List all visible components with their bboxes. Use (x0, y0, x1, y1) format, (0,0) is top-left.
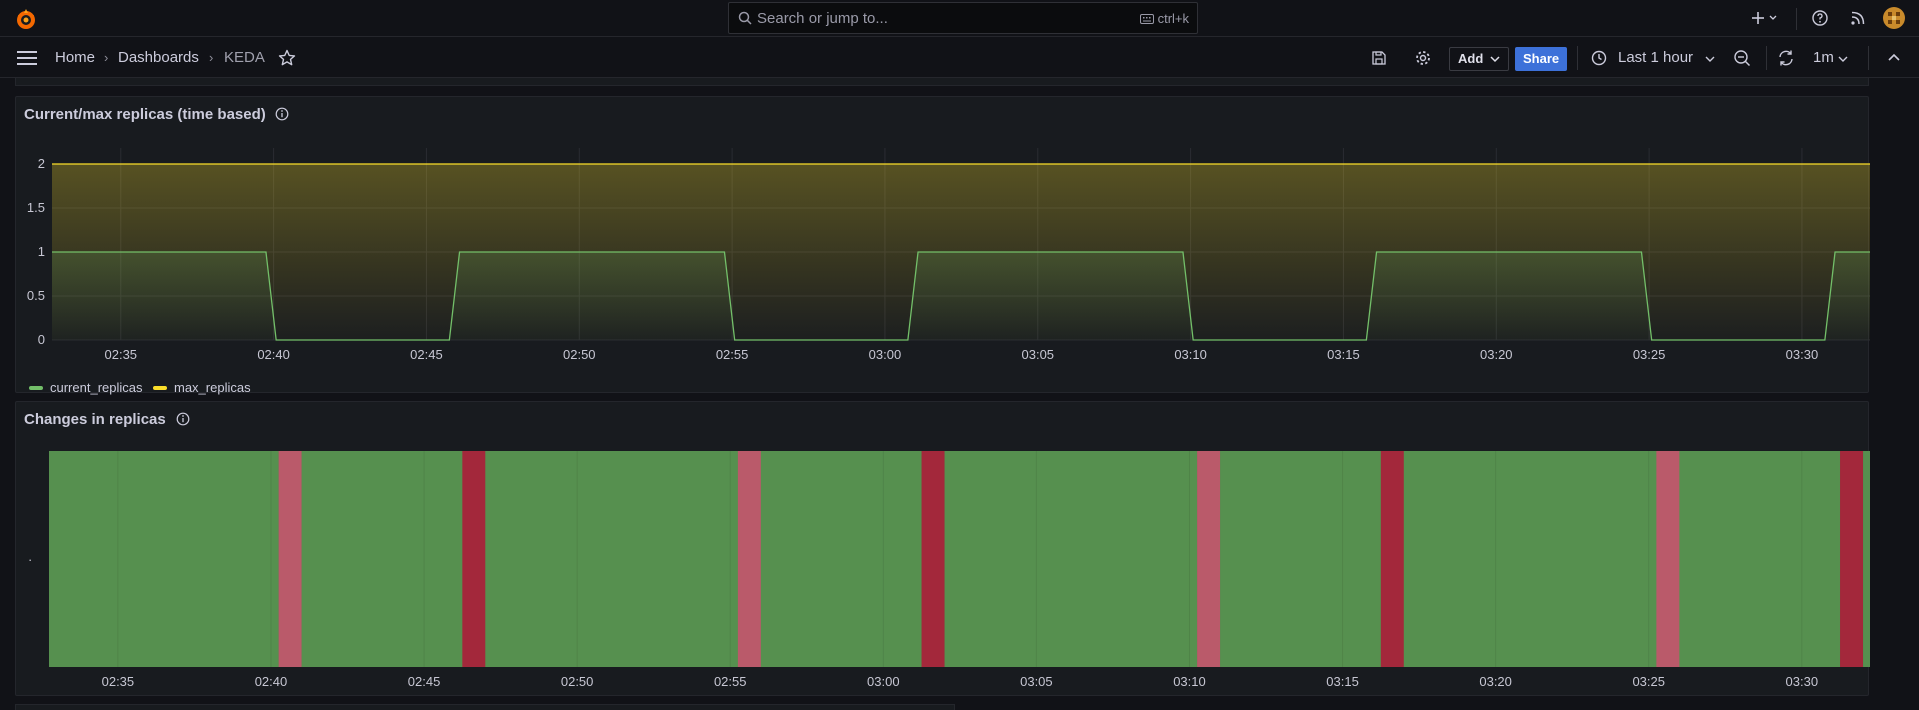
refresh-icon[interactable] (1777, 49, 1795, 67)
x-tick-label: 03:05 (1022, 347, 1055, 362)
legend-label: current_replicas (50, 380, 143, 395)
state-segment-up[interactable] (760, 451, 922, 667)
search-icon (738, 11, 752, 25)
divider (1577, 46, 1578, 70)
search-shortcut-label: ctrl+k (1157, 11, 1189, 26)
x-tick-label: 02:55 (716, 347, 749, 362)
x-tick-label: 03:10 (1173, 674, 1206, 689)
star-icon[interactable] (278, 49, 296, 67)
x-tick-label: 03:15 (1327, 347, 1360, 362)
divider (1868, 46, 1869, 70)
chevron-down-icon (1838, 56, 1848, 62)
state-segment-down-light[interactable] (278, 451, 302, 667)
x-tick-label: 03:00 (869, 347, 902, 362)
x-tick-label: 02:55 (714, 674, 747, 689)
x-tick-label: 02:40 (255, 674, 288, 689)
y-tick-label: 0 (38, 332, 45, 347)
zoom-out-icon[interactable] (1733, 49, 1751, 67)
x-tick-label: 02:50 (561, 674, 594, 689)
clock-icon (1591, 50, 1607, 66)
state-segment-up[interactable] (1220, 451, 1382, 667)
state-segment-up[interactable] (49, 451, 279, 667)
x-tick-label: 03:25 (1632, 674, 1665, 689)
x-tick-label: 03:10 (1174, 347, 1207, 362)
chevron-right-icon: › (209, 50, 214, 65)
y-tick-label: 2 (38, 156, 45, 171)
breadcrumb-current: KEDA (224, 49, 265, 66)
news-feed-icon[interactable] (1849, 9, 1867, 27)
divider (1796, 8, 1797, 30)
line-chart[interactable]: 0 0.5 1 1.5 2 02:35 02:40 02:45 02:50 02:55 03:00 0… (16, 97, 1870, 394)
x-tick-label: 03:20 (1479, 674, 1512, 689)
state-segment-down-light[interactable] (1656, 451, 1680, 667)
dashboard-navbar: Home › Dashboards › KEDA Add Share Last … (0, 38, 1919, 78)
x-tick-label: 02:35 (105, 347, 138, 362)
collapsed-panel-edge (15, 78, 1869, 86)
time-range-label: Last 1 hour (1618, 49, 1694, 66)
legend-swatch (153, 385, 167, 390)
search-input[interactable]: Search or jump to... ctrl+k (728, 2, 1198, 34)
state-segment-up[interactable] (1863, 451, 1870, 667)
x-tick-label: 03:25 (1633, 347, 1666, 362)
state-segment-up[interactable] (944, 451, 1198, 667)
y-tick-label: 0.5 (27, 288, 45, 303)
search-placeholder: Search or jump to... (757, 10, 888, 27)
search-shortcut: ctrl+k (1139, 11, 1189, 26)
x-tick-label: 02:40 (257, 347, 290, 362)
state-segment-down-dark[interactable] (1840, 451, 1864, 667)
new-plus-icon[interactable] (1750, 9, 1780, 27)
x-tick-label: 02:45 (408, 674, 441, 689)
menu-icon[interactable] (17, 50, 37, 66)
keyboard-icon (1139, 13, 1154, 24)
state-timeline-chart[interactable]: 02:35 02:40 02:45 02:50 02:55 03:00 03:05 03:10… (16, 402, 1870, 697)
state-segment-down-dark[interactable] (1380, 451, 1405, 667)
y-tick-label: 1.5 (27, 200, 45, 215)
state-segment-down-light[interactable] (737, 451, 762, 667)
refresh-interval-picker[interactable]: 1m (1808, 38, 1854, 78)
settings-gear-icon[interactable] (1414, 49, 1432, 67)
add-button[interactable]: Add (1449, 47, 1509, 71)
x-tick-label: 03:05 (1020, 674, 1053, 689)
chevron-down-icon (1705, 56, 1715, 62)
state-segment-up[interactable] (1679, 451, 1841, 667)
next-panel-edge (15, 704, 955, 710)
add-button-label: Add (1458, 51, 1484, 66)
x-tick-label: 03:15 (1326, 674, 1359, 689)
x-tick-label: 03:30 (1786, 674, 1819, 689)
share-button[interactable]: Share (1515, 47, 1568, 71)
time-range-picker[interactable]: Last 1 hour (1591, 38, 1715, 78)
chevron-down-icon (1490, 56, 1500, 63)
chevron-up-icon[interactable] (1888, 53, 1900, 62)
x-tick-label: 03:00 (867, 674, 900, 689)
x-tick-label: 02:50 (563, 347, 596, 362)
breadcrumb-home[interactable]: Home (55, 49, 95, 66)
state-segment-up[interactable] (301, 451, 463, 667)
x-tick-label: 02:45 (410, 347, 443, 362)
panel-current-max-replicas[interactable]: Current/max replicas (time based) 0 0.5 1 1… (15, 96, 1870, 395)
state-segment-down-light[interactable] (1197, 451, 1221, 667)
user-avatar[interactable] (1883, 7, 1905, 29)
legend-item-current-replicas[interactable]: current_replicas (29, 380, 143, 395)
refresh-interval-label: 1m (1813, 49, 1834, 66)
x-tick-label: 02:35 (102, 674, 135, 689)
divider (1766, 46, 1767, 70)
x-tick-label: 03:20 (1480, 347, 1513, 362)
grafana-logo-icon[interactable] (14, 7, 38, 31)
panel-changes-in-replicas[interactable]: Changes in replicas · 02:35 02:40 02:45 02:… (15, 401, 1870, 697)
state-segment-up[interactable] (1403, 451, 1657, 667)
breadcrumb-dashboards[interactable]: Dashboards (118, 49, 199, 66)
state-segment-up[interactable] (485, 451, 739, 667)
legend-item-max-replicas[interactable]: max_replicas (153, 380, 251, 395)
legend-swatch (29, 385, 43, 390)
chevron-right-icon: › (104, 50, 109, 65)
legend-label: max_replicas (174, 380, 251, 395)
help-icon[interactable] (1811, 9, 1829, 27)
y-tick-label: 1 (38, 244, 45, 259)
save-icon[interactable] (1371, 50, 1387, 66)
top-bar: Search or jump to... ctrl+k (0, 0, 1919, 37)
state-segment-down-dark[interactable] (462, 451, 486, 667)
x-tick-label: 03:30 (1786, 347, 1819, 362)
state-segment-down-dark[interactable] (921, 451, 945, 667)
